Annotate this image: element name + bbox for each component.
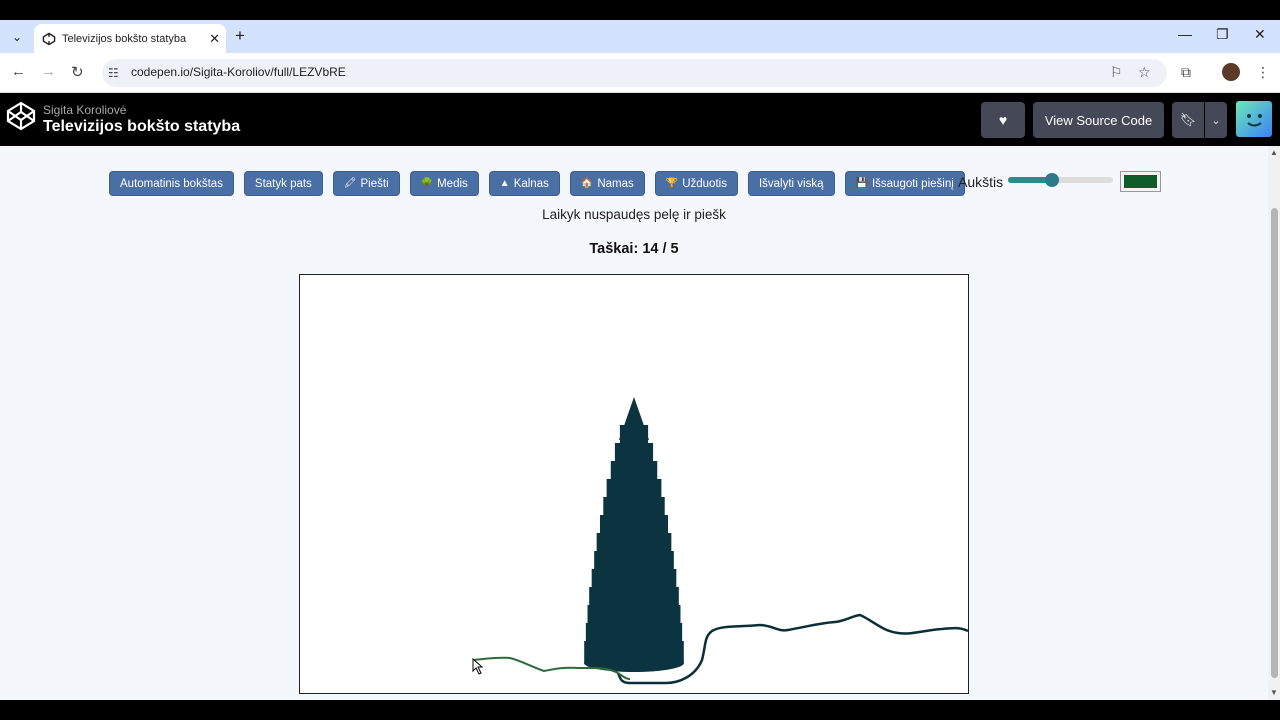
tool-button-8[interactable]: 💾 Išsaugoti piešinį	[844, 171, 965, 196]
tool-button-label: Piešti	[360, 177, 389, 190]
page-scrollbar[interactable]: ▲ ▼	[1268, 146, 1280, 700]
codepen-favicon-icon	[42, 32, 56, 45]
window-bottom-edge	[0, 700, 1280, 720]
height-slider[interactable]	[1008, 173, 1113, 187]
scroll-down-icon[interactable]: ▼	[1270, 688, 1278, 697]
mouse-cursor-icon	[472, 657, 484, 675]
tool-button-2[interactable]: 🖍 Piešti	[332, 171, 400, 196]
tower-base	[584, 654, 684, 672]
tool-toolbar: Automatinis bokštas Statyk pats 🖍 Piešti 🌳 Me…	[109, 171, 975, 196]
tab-strip: ⌄ Televizijos bokšto statyba ✕ + — ❐ ✕	[0, 20, 1280, 53]
url-field[interactable]: ☷ codepen.io/Sigita-Koroliov/full/LEZVbR…	[102, 59, 1167, 87]
tool-button-6[interactable]: 🏆 Užduotis	[654, 171, 738, 196]
drawing-canvas[interactable]	[299, 274, 969, 694]
bookmark-button[interactable]: 🔖︎	[1172, 102, 1204, 138]
scroll-up-icon[interactable]: ▲	[1270, 148, 1278, 157]
tool-button-label: Išvalyti viską	[758, 177, 824, 190]
window-top-edge	[0, 0, 1280, 20]
tool-button-label: Automatinis bokštas	[120, 177, 223, 190]
height-slider-knob[interactable]	[1045, 173, 1060, 187]
view-source-button[interactable]: View Source Code	[1033, 102, 1164, 138]
browser-tab[interactable]: Televizijos bokšto statyba ✕	[34, 24, 226, 53]
score-text: Taškai: 14 / 5	[589, 241, 679, 257]
app-area: Automatinis bokštas Statyk pats 🖍 Piešti 🌳 Me…	[0, 146, 1268, 700]
codepen-header: Sigita Koroliovė Televizijos bokšto stat…	[0, 93, 1280, 146]
user-avatar[interactable]	[1236, 101, 1272, 137]
tool-button-label: Statyk pats	[254, 177, 312, 190]
scrollbar-thumb[interactable]	[1271, 208, 1278, 678]
tab-search-dropdown-icon[interactable]: ⌄	[6, 26, 28, 48]
tool-button-3[interactable]: 🌳 Medis	[409, 171, 479, 196]
tool-button-label: Namas	[597, 177, 634, 190]
profile-avatar[interactable]	[1222, 63, 1240, 81]
height-label: Aukštis	[958, 174, 1004, 190]
bookmark-icon: 🔖︎	[1179, 112, 1197, 127]
instruction-text: Laikyk nuspaudęs pelę ir piešk	[542, 207, 726, 222]
tool-button-7[interactable]: Išvalyti viską	[747, 171, 835, 196]
tv-tower	[584, 397, 684, 672]
new-tab-icon[interactable]: +	[235, 26, 245, 46]
reload-icon[interactable]: ↻	[71, 63, 84, 81]
pen-author[interactable]: Sigita Koroliovė	[43, 103, 126, 117]
canvas-drawing	[472, 397, 969, 685]
pen-title: Televizijos bokšto statyba	[43, 118, 241, 135]
tool-button-5[interactable]: 🏠 Namas	[569, 171, 645, 196]
tool-button-0[interactable]: Automatinis bokštas	[109, 171, 234, 196]
heart-icon: ♥	[998, 112, 1008, 128]
tool-button-4[interactable]: ▲ Kalnas	[488, 171, 560, 196]
minimize-icon[interactable]: —	[1178, 26, 1192, 42]
tab-close-icon[interactable]: ✕	[209, 31, 220, 47]
tool-button-label: Išsaugoti piešinį	[871, 177, 954, 190]
avatar-face-icon	[1247, 114, 1262, 127]
translate-icon[interactable]: ⚐	[1110, 64, 1123, 81]
bookmark-dropdown-icon[interactable]: ⌄	[1205, 102, 1227, 138]
tool-button-icon: ▲	[499, 178, 510, 189]
tool-button-label: Kalnas	[513, 177, 549, 190]
tool-button-icon: 🏆	[665, 178, 679, 189]
codepen-logo-icon[interactable]	[6, 101, 36, 131]
bookmark-star-icon[interactable]: ☆	[1138, 64, 1151, 81]
back-icon[interactable]: ←	[11, 63, 26, 80]
close-window-icon[interactable]: ✕	[1254, 26, 1266, 43]
tool-button-icon: 💾	[855, 178, 868, 189]
tool-button-icon: 🖍	[343, 178, 357, 189]
tool-button-icon: 🏠	[580, 178, 594, 189]
restore-icon[interactable]: ❐	[1216, 26, 1229, 43]
tool-button-label: Užduotis	[682, 177, 727, 190]
tool-button-1[interactable]: Statyk pats	[243, 171, 323, 196]
browser-menu-icon[interactable]: ⋮	[1256, 64, 1270, 81]
color-picker[interactable]	[1120, 171, 1161, 192]
color-swatch	[1124, 175, 1157, 188]
site-info-icon[interactable]: ☷	[108, 66, 119, 80]
url-text: codepen.io/Sigita-Koroliov/full/LEZVbRE	[131, 65, 346, 79]
tool-button-label: Medis	[437, 177, 468, 190]
tower-spire	[619, 397, 649, 440]
tab-title: Televizijos bokšto statyba	[62, 32, 187, 45]
address-bar: ← → ↻ ☷ codepen.io/Sigita-Koroliov/full/…	[0, 53, 1280, 93]
tool-button-icon: 🌳	[420, 178, 434, 189]
extensions-icon[interactable]: ⧉	[1181, 64, 1191, 81]
forward-icon[interactable]: →	[41, 63, 56, 80]
heart-button[interactable]: ♥	[981, 102, 1025, 138]
